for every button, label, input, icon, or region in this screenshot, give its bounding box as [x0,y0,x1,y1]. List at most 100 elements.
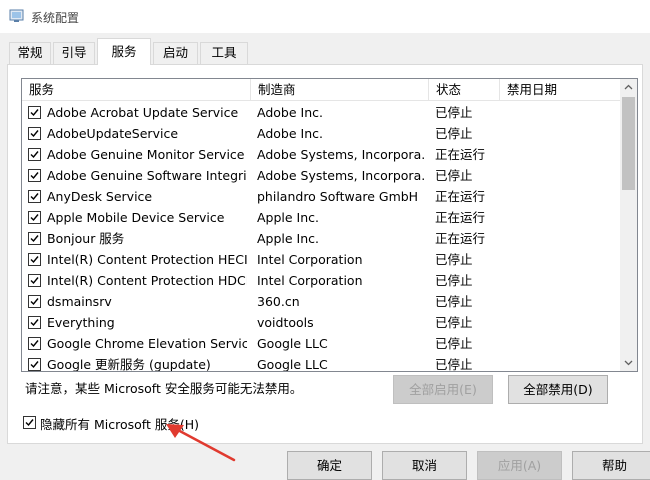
column-manufacturer[interactable]: 制造商 [251,79,429,101]
scroll-down-icon[interactable] [620,354,637,371]
service-manufacturer: philandro Software GmbH [257,189,419,204]
service-name: AnyDesk Service [47,189,153,204]
cancel-button[interactable]: 取消 [382,451,467,480]
tab-boot[interactable]: 引导 [53,42,95,64]
service-status: 已停止 [435,105,473,120]
checkmark-icon [30,193,39,201]
service-checkbox[interactable] [28,127,41,140]
table-row[interactable]: Adobe Genuine Monitor Service Adobe Syste… [22,144,620,165]
table-row[interactable]: Adobe Acrobat Update Service Adobe Inc. 已停… [22,102,620,123]
service-status: 已停止 [435,126,473,141]
tab-tools[interactable]: 工具 [200,42,248,64]
service-checkbox[interactable] [28,358,41,371]
column-disable-date[interactable]: 禁用日期 [500,79,620,101]
table-row[interactable]: AdobeUpdateService Adobe Inc. 已停止 [22,123,620,144]
checkmark-icon [30,256,39,264]
checkmark-icon [30,277,39,285]
service-checkbox[interactable] [28,106,41,119]
service-name: dsmainsrv [47,294,112,309]
service-name: Adobe Genuine Software Integrit... [47,168,247,183]
service-checkbox[interactable] [28,169,41,182]
checkmark-icon [30,340,39,348]
service-status: 已停止 [435,315,473,330]
table-row[interactable]: Apple Mobile Device Service Apple Inc. 正在运… [22,207,620,228]
service-manufacturer: Adobe Inc. [257,126,323,141]
service-manufacturer: Apple Inc. [257,231,320,246]
service-status: 正在运行 [435,147,486,162]
checkmark-icon [30,319,39,327]
table-row[interactable]: Google Chrome Elevation Servic... Google … [22,333,620,354]
service-manufacturer: Adobe Systems, Incorpora... [257,168,425,183]
table-row[interactable]: Intel(R) Content Protection HDCP... Intel… [22,270,620,291]
table-row[interactable]: dsmainsrv 360.cn 已停止 [22,291,620,312]
window-title: 系统配置 [31,11,80,25]
service-checkbox[interactable] [28,232,41,245]
service-checkbox[interactable] [28,148,41,161]
service-name: Adobe Acrobat Update Service [47,105,239,120]
table-row[interactable]: Intel(R) Content Protection HECI ... Inte… [22,249,620,270]
service-status: 正在运行 [435,210,486,225]
security-note: 请注意，某些 Microsoft 安全服务可能无法禁用。 [25,381,303,396]
tab-startup[interactable]: 启动 [153,42,198,64]
service-manufacturer: Adobe Systems, Incorpora... [257,147,425,162]
checkmark-icon [30,361,39,369]
service-manufacturer: 360.cn [257,294,300,309]
table-row[interactable]: AnyDesk Service philandro Software GmbH 正在… [22,186,620,207]
checkmark-icon [30,298,39,306]
title-bar: 系统配置 [0,0,650,33]
system-config-icon [9,9,24,22]
service-manufacturer: Intel Corporation [257,273,363,288]
service-status: 已停止 [435,273,473,288]
services-list[interactable]: 服务 制造商 状态 禁用日期 Adobe Acrobat Update Serv… [21,78,638,372]
service-name: Google Chrome Elevation Servic... [47,336,247,351]
service-manufacturer: Google LLC [257,336,328,351]
checkmark-icon [30,130,39,138]
checkmark-icon [30,214,39,222]
service-checkbox[interactable] [28,337,41,350]
service-status: 已停止 [435,357,473,372]
service-checkbox[interactable] [28,211,41,224]
tab-services[interactable]: 服务 [97,38,151,65]
scroll-thumb[interactable] [622,97,635,190]
service-status: 正在运行 [435,231,486,246]
hide-microsoft-services-checkbox[interactable] [23,416,36,429]
service-checkbox[interactable] [28,190,41,203]
column-status[interactable]: 状态 [429,79,500,101]
service-status: 已停止 [435,336,473,351]
service-name: Intel(R) Content Protection HDCP... [47,273,247,288]
scroll-up-icon[interactable] [620,79,637,96]
checkmark-icon [25,419,34,427]
checkmark-icon [30,172,39,180]
service-status: 已停止 [435,168,473,183]
service-manufacturer: Apple Inc. [257,210,320,225]
list-header: 服务 制造商 状态 禁用日期 [22,79,620,101]
disable-all-button[interactable]: 全部禁用(D) [508,375,608,404]
tab-general[interactable]: 常规 [9,42,51,64]
annotation-arrow-icon [166,424,236,462]
table-row[interactable]: Bonjour 服务 Apple Inc. 正在运行 [22,228,620,249]
service-name: Apple Mobile Device Service [47,210,225,225]
service-status: 已停止 [435,252,473,267]
enable-all-button[interactable]: 全部启用(E) [393,375,493,404]
tab-strip: 常规 引导 服务 启动 工具 [0,38,650,65]
service-status: 正在运行 [435,189,486,204]
checkmark-icon [30,151,39,159]
service-status: 已停止 [435,294,473,309]
service-checkbox[interactable] [28,316,41,329]
service-manufacturer: Intel Corporation [257,252,363,267]
checkmark-icon [30,235,39,243]
vertical-scrollbar[interactable] [620,79,637,371]
service-checkbox[interactable] [28,274,41,287]
table-row[interactable]: Everything voidtools 已停止 [22,312,620,333]
column-service[interactable]: 服务 [22,79,251,101]
table-row[interactable]: Adobe Genuine Software Integrit... Adobe … [22,165,620,186]
ok-button[interactable]: 确定 [287,451,372,480]
service-checkbox[interactable] [28,253,41,266]
service-checkbox[interactable] [28,295,41,308]
table-row[interactable]: Google 更新服务 (gupdate) Google LLC 已停止 [22,354,620,372]
checkmark-icon [30,109,39,117]
service-name: AdobeUpdateService [47,126,179,141]
help-button[interactable]: 帮助 [572,451,650,480]
apply-button[interactable]: 应用(A) [477,451,562,480]
service-name: Bonjour 服务 [47,231,125,246]
